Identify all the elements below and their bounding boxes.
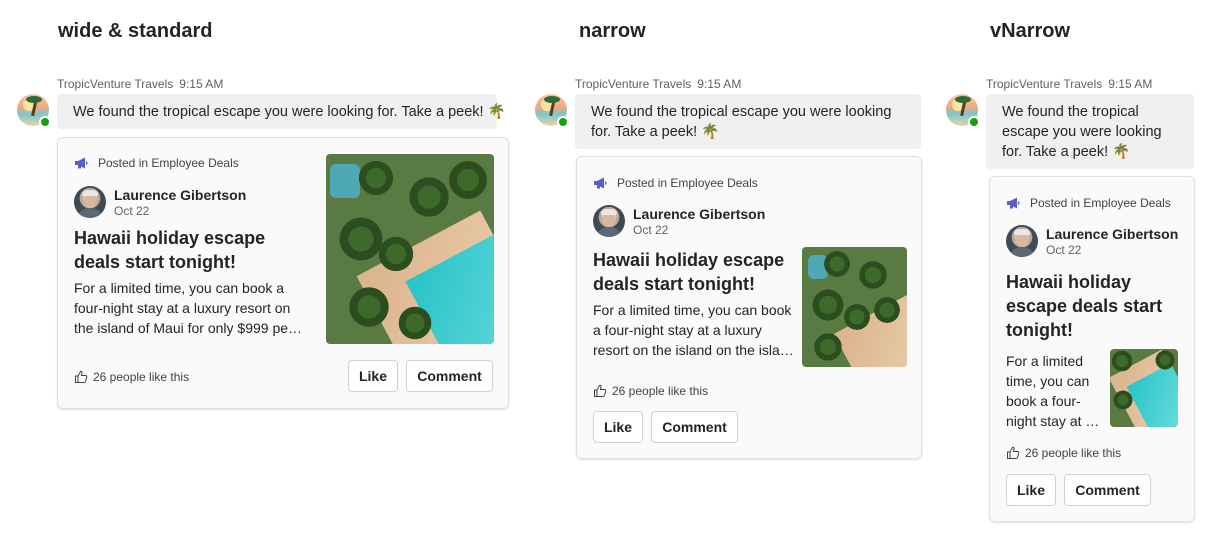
sender-line: TropicVenture Travels 9:15 AM bbox=[575, 77, 741, 91]
post-image bbox=[1110, 349, 1178, 427]
author-name[interactable]: Laurence Gibertson bbox=[1046, 226, 1178, 242]
author-avatar[interactable] bbox=[74, 186, 106, 218]
post-card[interactable]: Posted in Employee Deals Laurence Gibert… bbox=[57, 137, 509, 409]
posted-in-line: Posted in Employee Deals bbox=[593, 176, 758, 190]
bot-avatar[interactable] bbox=[946, 94, 980, 128]
megaphone-icon bbox=[1006, 197, 1022, 209]
variant-heading: vNarrow bbox=[990, 20, 1071, 42]
available-status-icon bbox=[968, 116, 980, 128]
posted-in-label: Posted in Employee Deals bbox=[1030, 196, 1171, 210]
available-status-icon bbox=[39, 116, 51, 128]
likes-count: 26 people like this bbox=[1025, 446, 1122, 460]
post-title: Hawaii holiday escape deals start tonigh… bbox=[593, 250, 785, 294]
like-button[interactable]: Like bbox=[348, 360, 398, 392]
post-card[interactable]: Posted in Employee Deals Laurence Gibert… bbox=[989, 176, 1195, 522]
message-bubble: We found the tropical escape you were lo… bbox=[986, 94, 1194, 169]
sender-line: TropicVenture Travels 9:15 AM bbox=[986, 77, 1152, 91]
post-title: Hawaii holiday escape deals start tonigh… bbox=[1006, 272, 1163, 340]
post-image bbox=[802, 247, 907, 367]
sender-line: TropicVenture Travels 9:15 AM bbox=[57, 77, 223, 91]
post-body: For a limited time, you can book a four-… bbox=[593, 302, 794, 358]
sender-name: TropicVenture Travels bbox=[986, 77, 1103, 91]
sender-name: TropicVenture Travels bbox=[575, 77, 692, 91]
message-time: 9:15 AM bbox=[697, 77, 742, 91]
posted-in-label: Posted in Employee Deals bbox=[98, 156, 239, 170]
message-time: 9:15 AM bbox=[1108, 77, 1153, 91]
posted-in-line: Posted in Employee Deals bbox=[74, 156, 239, 170]
post-body: For a limited time, you can book a four-… bbox=[1006, 353, 1100, 429]
author-avatar[interactable] bbox=[593, 205, 625, 237]
likes-count: 26 people like this bbox=[612, 384, 709, 398]
variant-heading: narrow bbox=[579, 20, 646, 42]
variant-heading: wide & standard bbox=[58, 20, 213, 42]
thumbs-up-icon bbox=[594, 384, 607, 397]
message-bubble: We found the tropical escape you were lo… bbox=[57, 94, 506, 129]
bot-avatar[interactable] bbox=[535, 94, 569, 128]
thumbs-up-icon bbox=[1007, 446, 1020, 459]
author-name[interactable]: Laurence Gibertson bbox=[114, 187, 246, 203]
post-date: Oct 22 bbox=[633, 223, 669, 237]
megaphone-icon bbox=[74, 157, 90, 169]
posted-in-line: Posted in Employee Deals bbox=[1006, 196, 1171, 210]
post-body: For a limited time, you can book a four-… bbox=[74, 280, 303, 336]
likes-summary[interactable]: 26 people like this bbox=[74, 370, 189, 384]
likes-count: 26 people like this bbox=[93, 370, 190, 384]
sender-name: TropicVenture Travels bbox=[57, 77, 174, 91]
post-date: Oct 22 bbox=[114, 204, 150, 218]
bot-avatar[interactable] bbox=[17, 94, 51, 128]
comment-button[interactable]: Comment bbox=[651, 411, 738, 443]
author-avatar[interactable] bbox=[1006, 225, 1038, 257]
like-button[interactable]: Like bbox=[1006, 474, 1056, 506]
post-image bbox=[326, 154, 494, 344]
post-title: Hawaii holiday escape deals start tonigh… bbox=[74, 228, 266, 272]
likes-summary[interactable]: 26 people like this bbox=[593, 384, 708, 398]
comment-button[interactable]: Comment bbox=[406, 360, 493, 392]
posted-in-label: Posted in Employee Deals bbox=[617, 176, 758, 190]
post-date: Oct 22 bbox=[1046, 243, 1082, 257]
megaphone-icon bbox=[593, 177, 609, 189]
available-status-icon bbox=[557, 116, 569, 128]
likes-summary[interactable]: 26 people like this bbox=[1006, 446, 1121, 460]
like-button[interactable]: Like bbox=[593, 411, 643, 443]
message-time: 9:15 AM bbox=[179, 77, 224, 91]
post-card[interactable]: Posted in Employee Deals Laurence Gibert… bbox=[576, 156, 922, 459]
thumbs-up-icon bbox=[75, 370, 88, 383]
comment-button[interactable]: Comment bbox=[1064, 474, 1151, 506]
author-name[interactable]: Laurence Gibertson bbox=[633, 206, 765, 222]
message-bubble: We found the tropical escape you were lo… bbox=[575, 94, 921, 149]
